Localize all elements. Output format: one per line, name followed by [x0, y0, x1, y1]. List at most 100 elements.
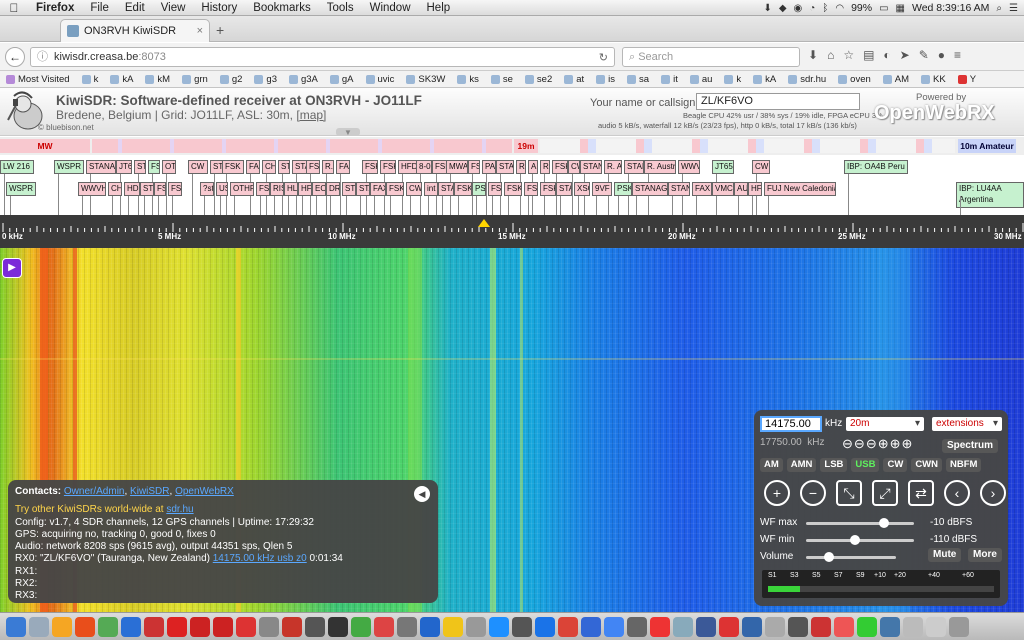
station-label[interactable]: IBP: LU4AA Argentina [956, 182, 1024, 208]
station-label[interactable]: FSK [454, 182, 472, 196]
station-label[interactable]: FSK [168, 182, 182, 196]
wf-max-knob[interactable] [878, 518, 889, 528]
dock-app-icon[interactable] [121, 616, 141, 637]
map-link[interactable]: [map] [296, 108, 326, 122]
station-label[interactable]: A [528, 160, 538, 174]
bookmark-item[interactable]: sa [621, 74, 655, 85]
menu-edit[interactable]: Edit [117, 2, 153, 14]
dock-app-icon[interactable] [949, 616, 969, 637]
dock-app-icon[interactable] [236, 616, 256, 637]
menu-app-firefox[interactable]: Firefox [28, 2, 82, 14]
dock-app-icon[interactable] [374, 616, 394, 637]
dock-app-icon[interactable] [535, 616, 555, 637]
wf-max-slider[interactable] [806, 518, 914, 528]
mode-cwn-button[interactable]: CWN [911, 458, 943, 472]
station-label[interactable]: WSPR [54, 160, 84, 174]
band-mw[interactable]: MW [0, 139, 90, 153]
station-label[interactable]: RIS [270, 182, 284, 196]
send-icon[interactable]: ➤ [900, 48, 910, 62]
station-label[interactable]: FSK [386, 182, 404, 196]
step-down-small-icon[interactable]: ⊖ [866, 436, 878, 451]
station-label[interactable]: HF [298, 182, 312, 196]
bookmark-item[interactable]: sdr.hu [782, 74, 832, 85]
station-label[interactable]: FSK [540, 182, 556, 196]
mode-nbfm-button[interactable]: NBFM [946, 458, 982, 472]
downloads-icon[interactable]: ⬇ [808, 48, 818, 62]
bookmark-item[interactable]: uvic [360, 74, 401, 85]
band-10m-amateur[interactable]: 10m Amateur [958, 139, 1016, 153]
bookmark-item[interactable]: at [558, 74, 590, 85]
menu-tools[interactable]: Tools [319, 2, 362, 14]
station-label[interactable]: STAN [580, 160, 602, 174]
bookmark-item[interactable]: ks [451, 74, 485, 85]
station-label[interactable]: ST [342, 182, 356, 196]
station-label[interactable]: FSK [552, 160, 568, 174]
notifications-icon[interactable]: ☰ [1009, 3, 1018, 14]
station-label[interactable]: ST [140, 182, 154, 196]
bookmark-item[interactable]: KK [915, 74, 952, 85]
bookmark-star-icon[interactable]: ☆ [843, 48, 854, 62]
station-label[interactable]: PAS [482, 160, 496, 174]
menu-bookmarks[interactable]: Bookmarks [245, 2, 319, 14]
mode-am-button[interactable]: AM [760, 458, 783, 472]
timer-icon[interactable]: ◔ [809, 3, 815, 14]
dock-app-icon[interactable] [397, 616, 417, 637]
dock-app-icon[interactable] [190, 616, 210, 637]
home-icon[interactable]: ⌂ [827, 48, 834, 62]
dock-app-icon[interactable] [788, 616, 808, 637]
dock-app-icon[interactable] [443, 616, 463, 637]
mode-amn-button[interactable]: AMN [786, 458, 817, 472]
step-up-large-icon[interactable]: ⊕ [902, 436, 914, 451]
dock-app-icon[interactable] [581, 616, 601, 637]
station-label[interactable]: FSK [222, 160, 244, 174]
dock-app-icon[interactable] [857, 616, 877, 637]
band-19m[interactable]: 19m [514, 139, 538, 153]
bookmark-item[interactable]: kM [139, 74, 176, 85]
station-label[interactable]: FSK [256, 182, 270, 196]
bookmark-item[interactable]: SK3W [400, 74, 451, 85]
dock-app-icon[interactable] [673, 616, 693, 637]
sdrhu-link[interactable]: sdr.hu [166, 504, 193, 515]
bookmark-item[interactable]: k [718, 74, 747, 85]
url-bar[interactable]: ⓘ kiwisdr.creasa.be:8073 ↻ [30, 47, 615, 67]
station-label[interactable]: MWA [446, 160, 468, 174]
apple-icon[interactable]:  [0, 1, 28, 15]
station-label[interactable]: R. Austri [644, 160, 676, 174]
station-label[interactable]: PSK [472, 182, 486, 196]
station-label[interactable]: JT65 [712, 160, 734, 174]
station-label[interactable]: FAX [370, 182, 386, 196]
library-icon[interactable]: ▤ [863, 48, 874, 62]
flag-icon[interactable]: ▦ [896, 3, 905, 14]
step-down-medium-icon[interactable]: ⊖ [854, 436, 866, 451]
station-label[interactable]: US [216, 182, 228, 196]
bookmark-item[interactable]: gA [324, 74, 360, 85]
more-button[interactable]: More [968, 548, 1002, 562]
station-label[interactable]: FA [246, 160, 260, 174]
menu-window[interactable]: Window [362, 2, 419, 14]
bookmark-item[interactable]: Y [952, 74, 982, 85]
dock-app-icon[interactable] [719, 616, 739, 637]
station-label[interactable]: R. [322, 160, 334, 174]
station-label[interactable]: AU [734, 182, 748, 196]
bookmark-item[interactable]: grn [176, 74, 214, 85]
dock-app-icon[interactable] [650, 616, 670, 637]
dock-app-icon[interactable] [75, 616, 95, 637]
station-label[interactable]: FSK [524, 182, 538, 196]
mode-lsb-button[interactable]: LSB [820, 458, 848, 472]
page-right-icon[interactable]: › [980, 480, 1006, 506]
station-label[interactable]: FS [154, 182, 166, 196]
dock-app-icon[interactable] [834, 616, 854, 637]
dropbox-icon[interactable]: ◆ [779, 3, 787, 14]
bookmark-item[interactable]: g3 [248, 74, 283, 85]
bookmark-item[interactable]: AM [877, 74, 915, 85]
station-label[interactable]: FUJ New Caledonia [764, 182, 836, 196]
dock-app-icon[interactable] [558, 616, 578, 637]
band-misc-group[interactable] [540, 139, 955, 153]
dock-app-icon[interactable] [351, 616, 371, 637]
zoom-out-icon[interactable]: − [800, 480, 826, 506]
wf-min-knob[interactable] [849, 535, 860, 545]
menu-help[interactable]: Help [419, 2, 459, 14]
pocket-icon[interactable]: ◐ [883, 48, 890, 62]
byline[interactable]: © bluebison.net [38, 123, 94, 132]
station-label[interactable]: HFD [748, 182, 762, 196]
